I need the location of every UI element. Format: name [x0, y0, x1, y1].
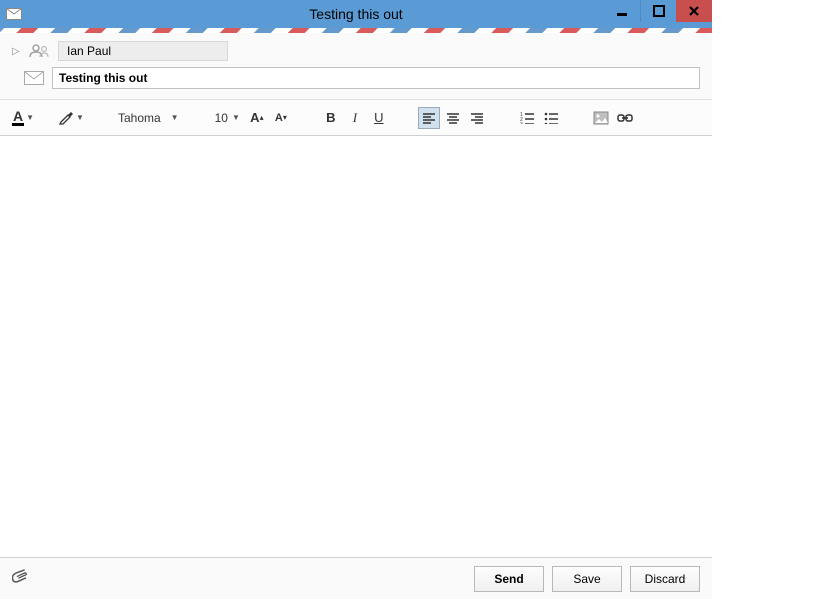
- recipient-chip[interactable]: Ian Paul: [58, 41, 228, 61]
- font-family-select[interactable]: Tahoma ▼: [114, 107, 183, 129]
- insert-image-button[interactable]: [590, 107, 612, 129]
- message-body[interactable]: [0, 136, 712, 557]
- subject-icon: [22, 71, 46, 85]
- font-decrease-button[interactable]: A▾: [270, 107, 292, 129]
- recipient-name: Ian Paul: [67, 44, 111, 58]
- attachment-button[interactable]: [12, 569, 30, 588]
- bold-button[interactable]: B: [320, 107, 342, 129]
- align-left-button[interactable]: [418, 107, 440, 129]
- envelope-icon: [6, 8, 22, 20]
- underline-button[interactable]: U: [368, 107, 390, 129]
- discard-button[interactable]: Discard: [630, 566, 700, 592]
- titlebar: Testing this out: [0, 0, 712, 28]
- send-button[interactable]: Send: [474, 566, 544, 592]
- insert-link-button[interactable]: [614, 107, 636, 129]
- numbered-list-button[interactable]: 123: [516, 107, 538, 129]
- align-right-button[interactable]: [466, 107, 488, 129]
- font-increase-button[interactable]: A▴: [246, 107, 268, 129]
- bulleted-list-button[interactable]: [540, 107, 562, 129]
- subject-input[interactable]: [52, 67, 700, 89]
- font-color-button[interactable]: A▼: [10, 107, 36, 129]
- font-size-select[interactable]: 10 ▼: [211, 107, 244, 129]
- formatting-toolbar: A▼ ▼ Tahoma ▼ 10 ▼ A▴: [0, 100, 712, 136]
- save-button[interactable]: Save: [552, 566, 622, 592]
- italic-button[interactable]: I: [344, 107, 366, 129]
- minimize-button[interactable]: [604, 0, 640, 22]
- svg-text:3: 3: [520, 122, 523, 124]
- recipients-icon: [28, 44, 52, 58]
- align-center-button[interactable]: [442, 107, 464, 129]
- close-button[interactable]: [676, 0, 712, 22]
- maximize-button[interactable]: [640, 0, 676, 22]
- footer: Send Save Discard: [0, 557, 712, 599]
- expand-recipients-arrow[interactable]: ▷: [12, 46, 22, 57]
- highlight-button[interactable]: ▼: [56, 107, 86, 129]
- window-title: Testing this out: [309, 6, 402, 22]
